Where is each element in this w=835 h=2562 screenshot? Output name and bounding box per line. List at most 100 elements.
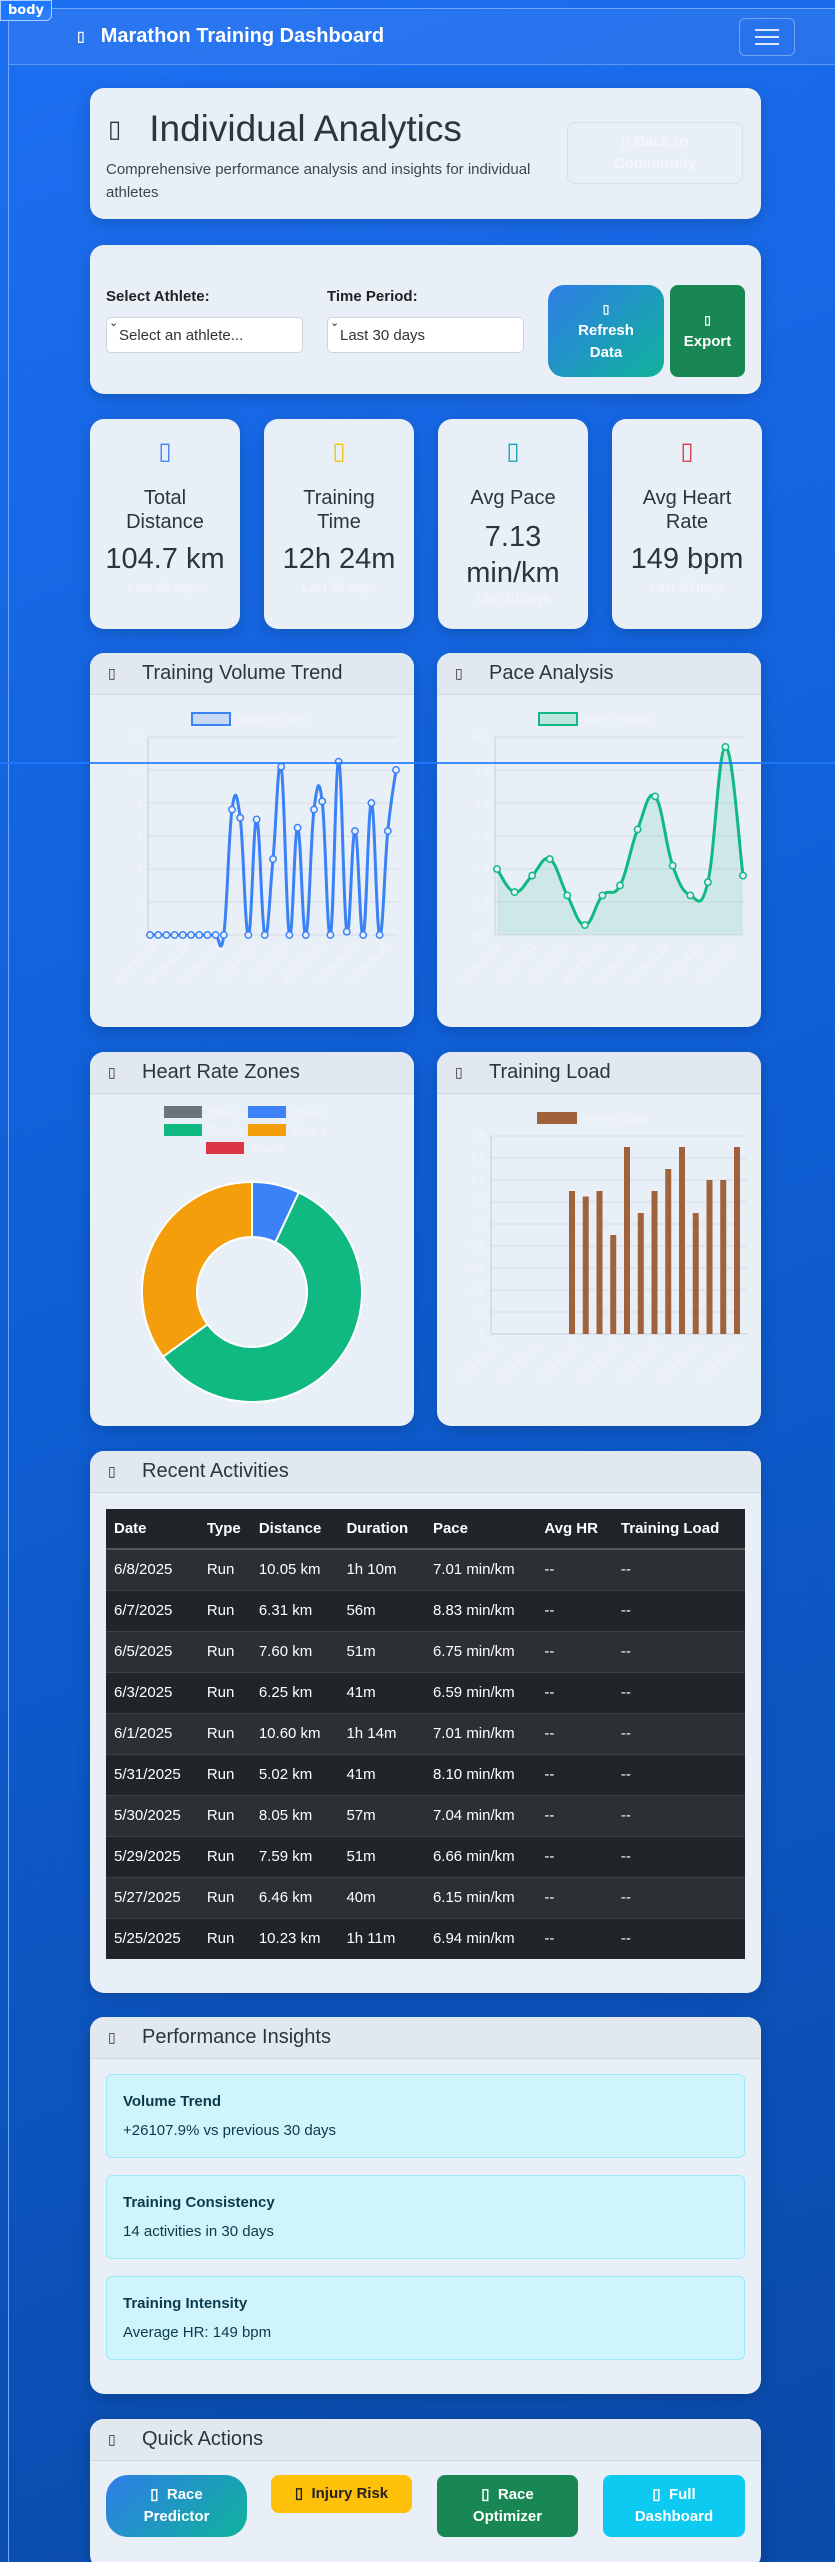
bar [569,1191,575,1334]
refresh-data-button[interactable]: ▯ Refresh Data [548,285,664,377]
stat-value: 149 bpm [630,543,744,575]
race-predictor-button[interactable]: ▯ Race Predictor [106,2475,247,2537]
data-point [633,825,642,834]
table-cell: -- [536,1671,613,1713]
data-point [154,931,163,939]
table-cell: 40m [338,1876,425,1918]
x-tick-label: 2025-06-05 [697,1341,741,1385]
running-icon: ▯ [77,28,85,44]
bar [706,1180,713,1334]
race-optimizer-button[interactable]: ▯ Race Optimizer [437,2475,578,2537]
data-point [375,931,384,939]
menu-toggle-button[interactable] [739,18,795,56]
table-cell: 5/29/2025 [106,1835,199,1877]
flag-icon: ▯ [150,2486,159,2503]
panel-title: Heart Rate Zones [142,1061,300,1083]
x-tick-label: 2025-05-28 [617,1341,661,1385]
table-cell: -- [612,1753,745,1795]
data-point [203,931,212,939]
table-cell: 5/31/2025 [106,1753,199,1795]
y-tick-label: 0 [136,931,142,941]
table-cell: -- [536,1630,613,1672]
table-cell: 41m [338,1753,425,1795]
stat-card-heart-rate: ▯ Avg Heart Rate 149 bpm Last 30 days [612,419,762,629]
header-card: ▯ Individual Analytics Comprehensive per… [90,88,761,219]
chevron-down-icon: ⌄ [109,317,119,329]
y-tick-label: 0.4 [471,1286,486,1296]
x-tick-label: 2025-06-01 [657,1341,701,1385]
data-point [580,921,589,930]
page-subtitle: Comprehensive performance analysis and i… [106,161,531,201]
table-cell: 10.60 km [250,1712,339,1754]
data-point [598,891,607,900]
y-tick-label: 4 [136,865,142,875]
refresh-icon: ▯ [602,302,610,316]
bar [596,1191,603,1334]
insight-volume-trend: Volume Trend +26107.9% vs previous 30 da… [106,2074,745,2158]
data-point [351,827,359,836]
data-point [228,805,236,814]
data-point [195,931,204,939]
bar [582,1196,589,1334]
table-cell: -- [612,1630,745,1672]
y-tick-label: 9.0 [475,733,490,743]
stat-value: 12h 24m [282,543,396,575]
table-cell: -- [612,1548,745,1590]
pie-slice [141,1180,253,1359]
period-label: Time Period: [327,288,418,305]
injury-risk-button[interactable]: ▯ Injury Risk [271,2475,412,2513]
panel-title: Pace Analysis [489,662,614,684]
export-button[interactable]: ▯ Export [670,285,745,377]
table-row: 6/1/2025 Run 10.60 km 1h 14m 7.01 min/km -- -- [106,1712,745,1754]
download-icon: ▯ [704,313,711,327]
data-point [528,871,537,880]
data-point [187,931,195,939]
table-cell: 10.23 km [250,1917,339,1959]
legend-swatch [537,1112,577,1124]
column-header: Distance [250,1509,339,1550]
panel-title: Recent Activities [142,1460,289,1482]
column-header: Date [106,1509,199,1550]
y-tick-label: 1.4 [471,1176,486,1186]
lightbulb-icon: ▯ [108,2029,116,2045]
athlete-select[interactable]: ⌄ Select an athlete... [106,317,303,353]
y-tick-label: 7.5 [475,832,489,842]
nav-brand[interactable]: ▯ Marathon Training Dashboard [77,25,384,48]
stat-value: 104.7 km [105,543,225,575]
chart-icon: ▯ [108,115,122,143]
table-cell: 51m [338,1835,425,1877]
table-cell: 5/27/2025 [106,1876,199,1918]
legend-swatch [164,1106,202,1118]
stopwatch-icon: ▯ [455,665,463,681]
table-cell: 5.02 km [250,1753,339,1795]
period-select[interactable]: ⌄ Last 30 days [327,317,524,353]
table-cell: Run [198,1589,251,1631]
stat-card-pace: ▯ Avg Pace 7.13 min/km Last 30 days [438,419,588,629]
data-point [269,855,277,864]
x-tick-label: 2025-05-20 [537,1341,581,1385]
table-cell: -- [536,1589,613,1631]
table-cell: 6/5/2025 [106,1630,199,1672]
table-cell: -- [612,1835,745,1877]
table-cell: 1h 11m [338,1917,425,1959]
legend-label: Zone 2 [292,1108,327,1119]
data-point [236,813,245,822]
table-cell: Run [198,1712,251,1754]
insights-card: ▯ Performance Insights Volume Trend +2610… [90,2017,761,2394]
data-point [219,931,228,939]
back-to-community-button[interactable]: ▯ Back to Community [567,122,743,184]
legend-swatch [206,1142,244,1154]
table-cell: 51m [338,1630,425,1672]
table-row: 5/27/2025 Run 6.46 km 40m 6.15 min/km -- -- [106,1876,745,1918]
stat-card-time: ▯ Training Time 12h 24m Last 30 days [264,419,414,629]
column-header: Avg HR [536,1509,613,1550]
table-row: 5/25/2025 Run 10.23 km 1h 11m 6.94 min/km -- -… [106,1917,745,1959]
table-cell: 56m [338,1589,425,1631]
panel-title: Training Load [489,1061,611,1083]
data-point [686,891,695,900]
activities-table: Date Type Distance Duration Pace Avg HR Traini… [106,1509,745,1959]
dashboard-icon: ▯ [652,2486,661,2503]
data-point [721,742,730,751]
full-dashboard-button[interactable]: ▯ Full Dashboard [603,2475,745,2537]
weight-icon: ▯ [455,1064,463,1080]
